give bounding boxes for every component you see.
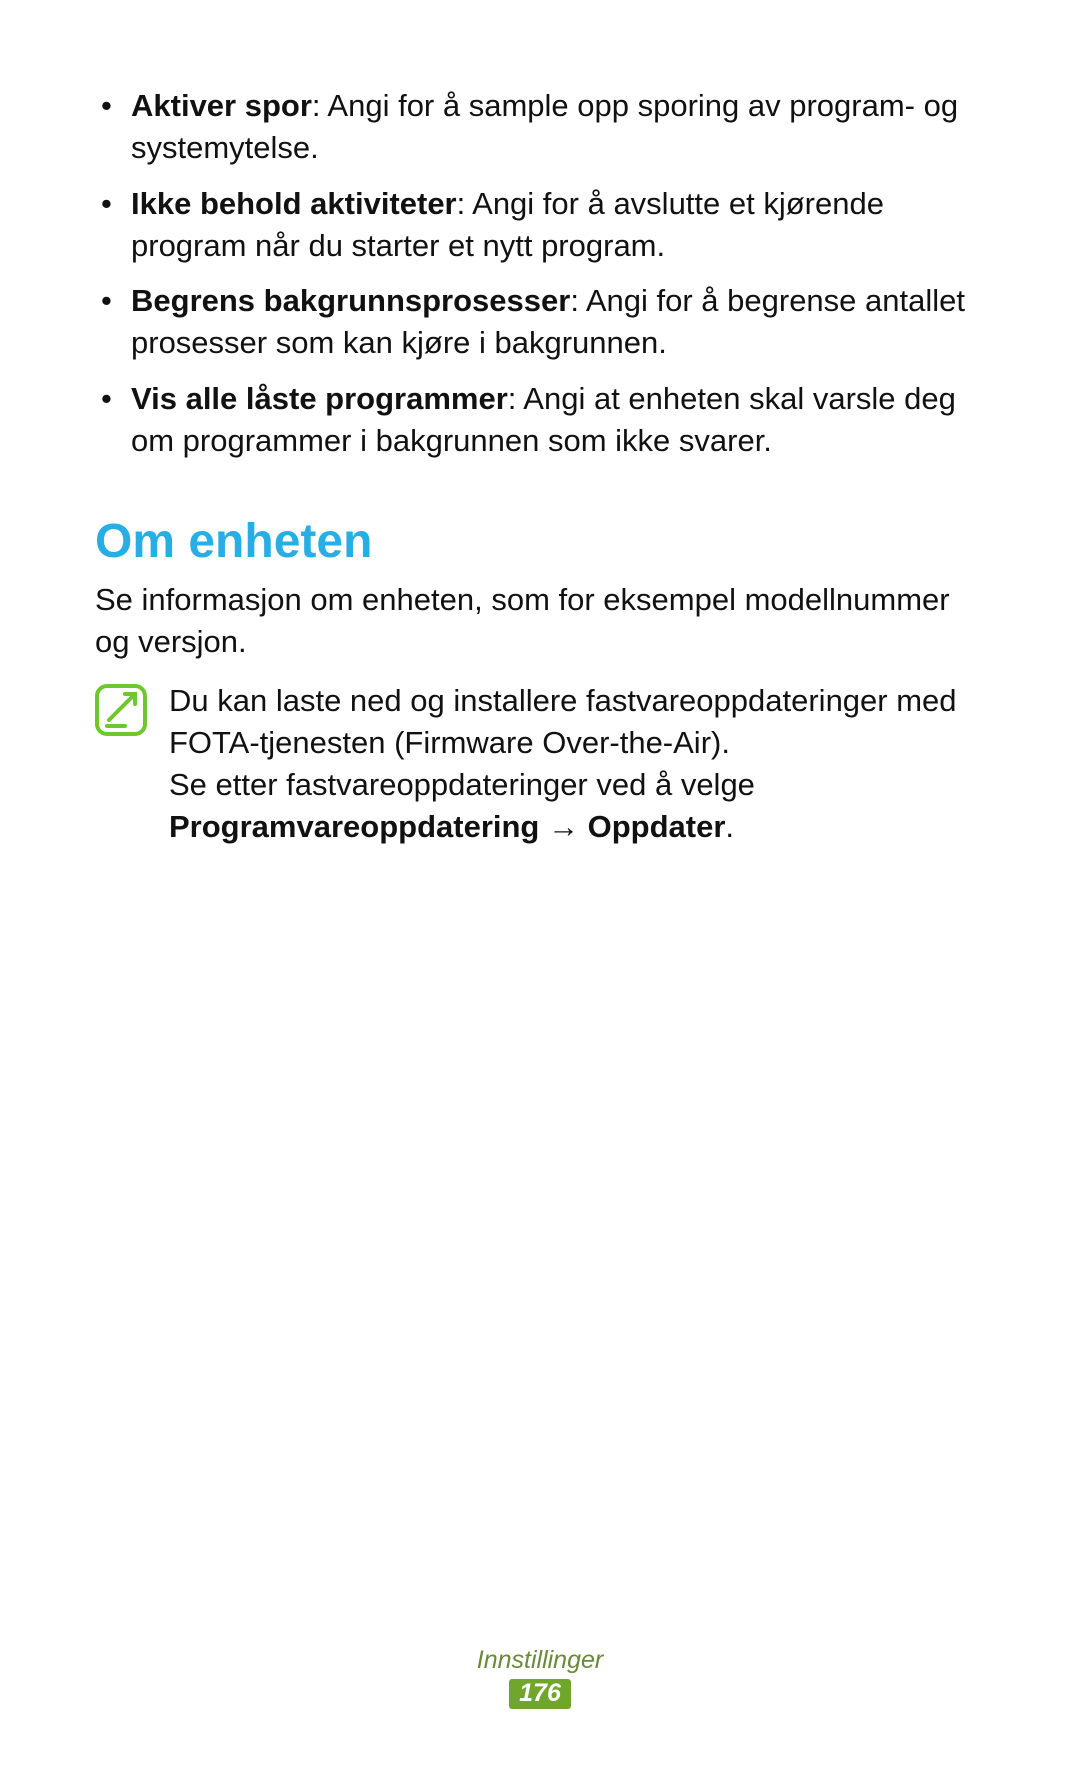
page-number-badge: 176 [509,1679,571,1710]
footer-section-name: Innstillinger [0,1646,1080,1675]
note-block: Du kan laste ned og installere fastvareo… [95,680,985,847]
section-heading-om-enheten: Om enheten [95,514,985,569]
note-line-3: Programvareoppdatering → Oppdater. [169,806,985,848]
bullet-item: Vis alle låste programmer: Angi at enhet… [95,378,985,462]
note-line-1: Du kan laste ned og installere fastvareo… [169,680,985,764]
note-icon [95,684,147,736]
section-intro: Se informasjon om enheten, som for eksem… [95,579,985,663]
note-text: Du kan laste ned og installere fastvareo… [169,680,985,847]
bullet-label: Vis alle låste programmer [131,381,508,416]
bullet-list: Aktiver spor: Angi for å sample opp spor… [95,85,985,462]
note-line-2: Se etter fastvareoppdateringer ved å vel… [169,764,985,806]
bullet-label: Aktiver spor [131,88,312,123]
bullet-item: Aktiver spor: Angi for å sample opp spor… [95,85,985,169]
bullet-label: Begrens bakgrunnsprosesser [131,283,570,318]
bullet-label: Ikke behold aktiviteter [131,186,457,221]
note-bold: Programvareoppdatering → Oppdater [169,809,725,844]
bullet-item: Ikke behold aktiviteter: Angi for å avsl… [95,183,985,267]
note-bold-trail: . [725,809,734,844]
page-footer: Innstillinger 176 [0,1646,1080,1710]
bullet-item: Begrens bakgrunnsprosesser: Angi for å b… [95,280,985,364]
